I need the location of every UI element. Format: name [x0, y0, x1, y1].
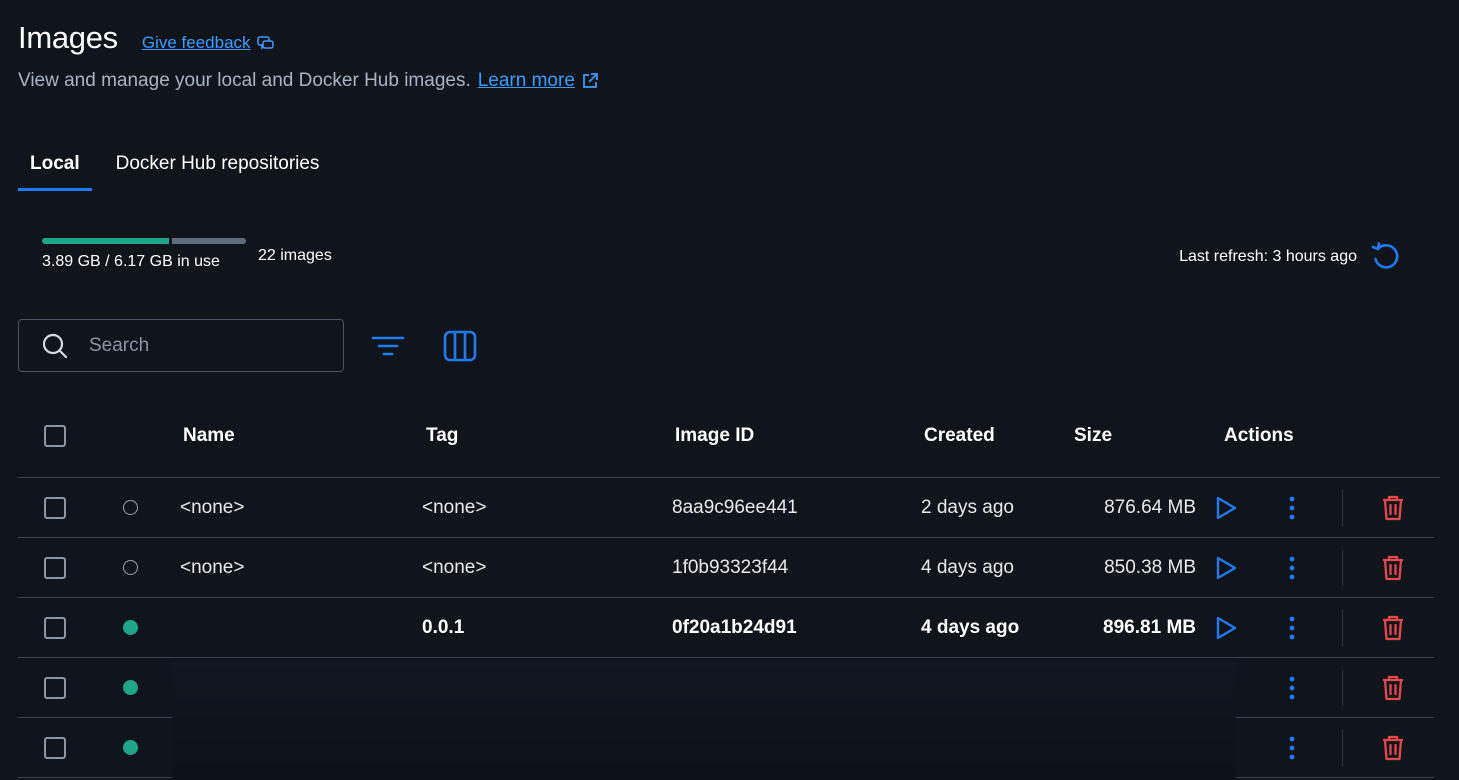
action-divider	[1342, 550, 1343, 586]
action-divider	[1342, 730, 1343, 766]
table-row[interactable]: <none> <none> 1f0b93323f44 4 days ago 850.38…	[18, 538, 1434, 598]
external-link-icon	[583, 73, 598, 88]
usage-bar-used	[42, 238, 169, 244]
column-header-name[interactable]: Name	[183, 425, 235, 447]
trash-icon[interactable]	[1380, 494, 1406, 527]
learn-more-label: Learn more	[477, 70, 575, 91]
cell-image-id: 0f20a1b24d91	[672, 617, 797, 638]
row-checkbox[interactable]	[44, 737, 66, 759]
usage-bar-free	[172, 238, 246, 244]
give-feedback-link[interactable]: Give feedback	[142, 33, 274, 53]
give-feedback-label: Give feedback	[141, 33, 251, 52]
trash-icon[interactable]	[1380, 674, 1406, 707]
play-icon[interactable]	[1214, 495, 1238, 526]
subtitle-text: View and manage your local and Docker Hu…	[18, 70, 471, 91]
action-divider	[1342, 610, 1343, 646]
cell-tag: <none>	[422, 497, 487, 518]
select-all-checkbox[interactable]	[44, 425, 66, 447]
columns-icon[interactable]	[442, 328, 478, 364]
status-unused-icon	[123, 560, 138, 575]
cell-image-id: 1f0b93323f44	[672, 557, 789, 578]
status-in-use-icon	[123, 740, 138, 755]
image-count: 22 images	[258, 247, 332, 264]
table-row[interactable]: <none> <none> 8aa9c96ee441 2 days ago 876.64…	[18, 478, 1434, 538]
usage-text: 3.89 GB / 6.17 GB in use	[42, 253, 220, 270]
search-box[interactable]	[18, 319, 344, 372]
tab-docker-hub-repositories[interactable]: Docker Hub repositories	[104, 150, 332, 191]
disk-usage: 3.89 GB / 6.17 GB in use	[42, 238, 246, 271]
learn-more-link[interactable]: Learn more	[478, 70, 599, 92]
cell-image-id: 8aa9c96ee441	[672, 497, 798, 518]
page-subtitle: View and manage your local and Docker Hu…	[18, 70, 599, 92]
trash-icon[interactable]	[1380, 554, 1406, 587]
tab-bar: Local Docker Hub repositories	[18, 150, 331, 191]
kebab-menu-icon[interactable]	[1284, 615, 1300, 646]
play-icon[interactable]	[1214, 615, 1238, 646]
tab-local[interactable]: Local	[18, 150, 92, 191]
usage-bar	[42, 238, 246, 244]
row-checkbox[interactable]	[44, 617, 66, 639]
search-input[interactable]	[87, 333, 311, 358]
page-title: Images	[18, 20, 118, 55]
kebab-menu-icon[interactable]	[1284, 495, 1300, 526]
cell-name[interactable]: <none>	[180, 497, 244, 519]
column-header-created[interactable]: Created	[924, 425, 995, 447]
search-icon	[42, 333, 68, 358]
images-page: Images Give feedback View and manage you…	[0, 0, 1459, 780]
kebab-menu-icon[interactable]	[1284, 675, 1300, 706]
kebab-menu-icon[interactable]	[1284, 555, 1300, 586]
last-refresh-label: Last refresh: 3 hours ago	[1179, 248, 1357, 265]
status-unused-icon	[123, 500, 138, 515]
row-checkbox[interactable]	[44, 557, 66, 579]
cell-created: 4 days ago	[921, 557, 1014, 578]
cell-tag: <none>	[422, 557, 487, 578]
title-row: Images Give feedback	[18, 20, 274, 56]
refresh-icon[interactable]	[1369, 240, 1403, 274]
cell-size: 896.81 MB	[1103, 617, 1196, 638]
column-header-actions: Actions	[1224, 425, 1294, 446]
column-header-image-id[interactable]: Image ID	[675, 425, 754, 447]
cell-created: 4 days ago	[921, 617, 1020, 638]
chat-bubble-icon	[256, 35, 274, 50]
last-refresh: Last refresh: 3 hours ago	[1179, 240, 1403, 274]
row-checkbox[interactable]	[44, 677, 66, 699]
play-icon[interactable]	[1214, 555, 1238, 586]
cell-created: 2 days ago	[921, 497, 1014, 518]
trash-icon[interactable]	[1380, 614, 1406, 647]
redacted-name	[180, 608, 298, 648]
row-checkbox[interactable]	[44, 497, 66, 519]
cell-size: 876.64 MB	[1104, 497, 1196, 518]
filter-icon[interactable]	[370, 330, 406, 362]
trash-icon[interactable]	[1380, 734, 1406, 767]
redacted-area	[172, 660, 1236, 780]
column-header-size[interactable]: Size	[1074, 425, 1112, 447]
table-header: Name Tag Image ID Created Size Actions	[18, 398, 1440, 478]
action-divider	[1342, 490, 1343, 526]
cell-name[interactable]: <none>	[180, 557, 244, 579]
cell-tag: 0.0.1	[422, 617, 465, 638]
status-in-use-icon	[123, 620, 138, 635]
action-divider	[1342, 670, 1343, 706]
cell-size: 850.38 MB	[1104, 557, 1196, 578]
status-in-use-icon	[123, 680, 138, 695]
column-header-tag[interactable]: Tag	[426, 425, 458, 447]
kebab-menu-icon[interactable]	[1284, 735, 1300, 766]
